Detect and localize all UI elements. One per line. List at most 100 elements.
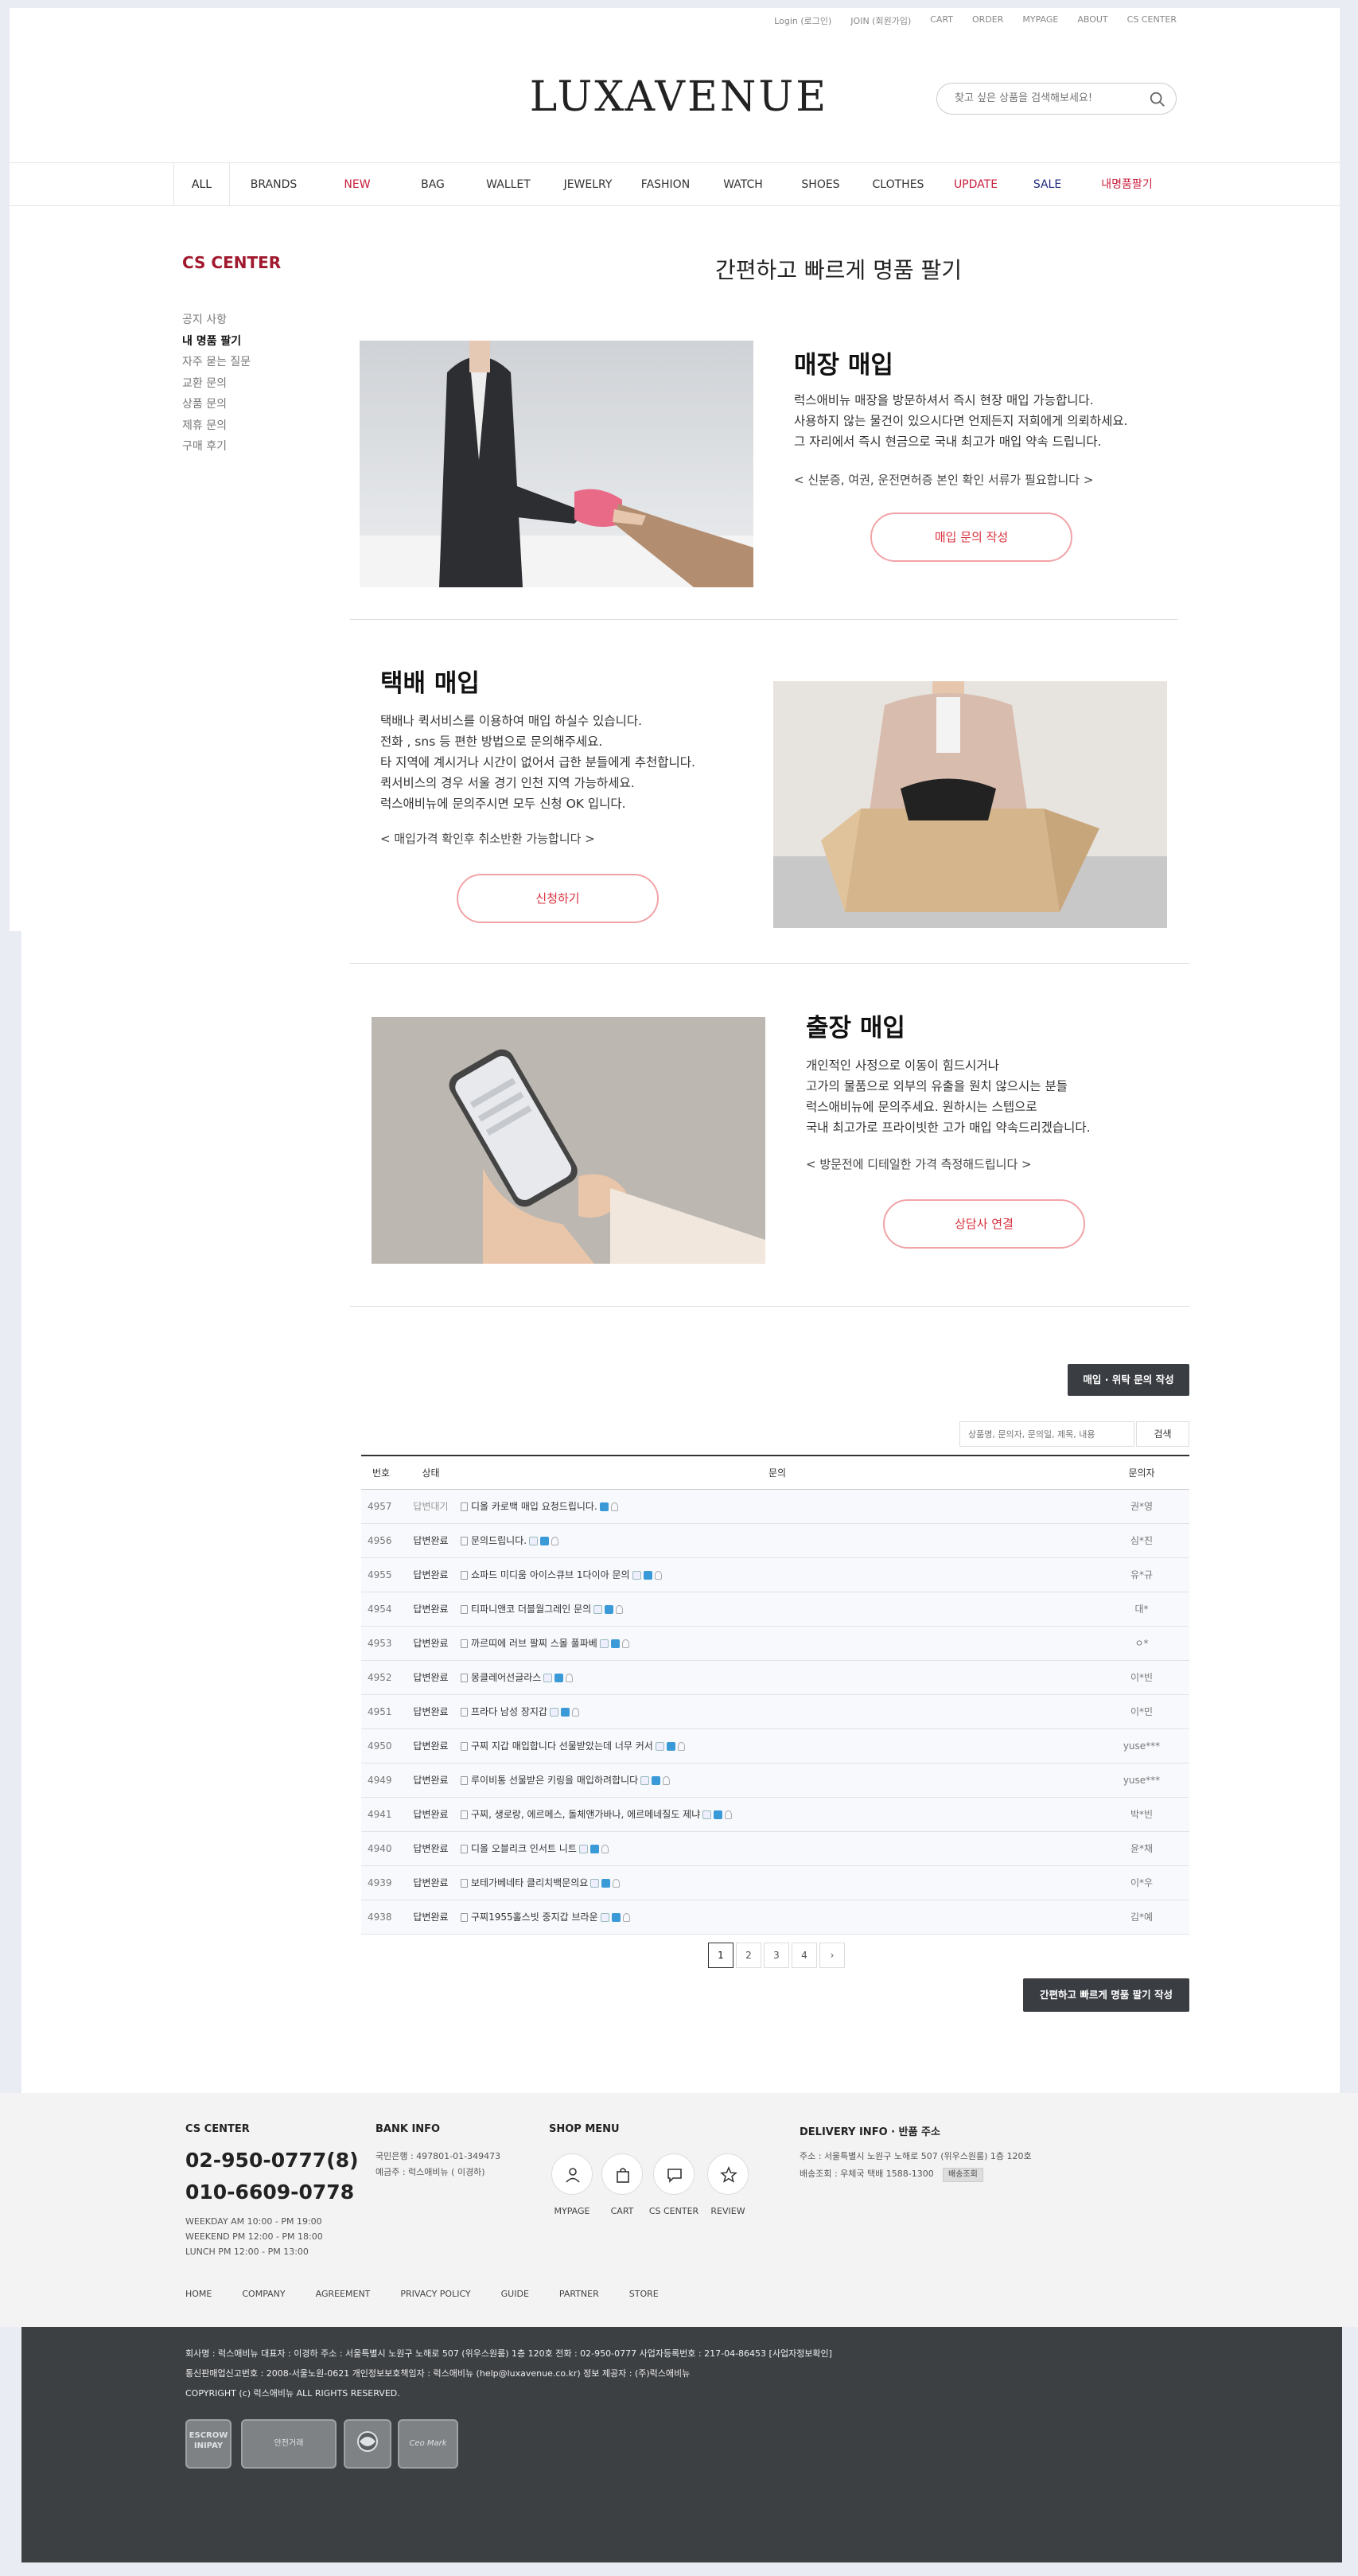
row-title-cell[interactable]: 디올 오블리크 인서트 니트 bbox=[461, 1831, 1094, 1866]
join-link[interactable]: JOIN (회원가입) bbox=[850, 14, 911, 27]
table-row[interactable]: 4954 답변완료 티파니앤코 더블월그레인 문의 대* bbox=[361, 1592, 1189, 1627]
mypage-shortcut[interactable] bbox=[551, 2153, 593, 2195]
gnb-item-brands[interactable]: BRANDS bbox=[230, 163, 317, 206]
order-link[interactable]: ORDER bbox=[972, 14, 1003, 27]
row-title[interactable]: 디올 카로백 매입 요청드립니다. bbox=[471, 1501, 597, 1512]
table-row[interactable]: 4950 답변완료 구찌 지갑 매입합니다 선물받았는데 너무 커서 yuse*** bbox=[361, 1728, 1189, 1763]
table-row[interactable]: 4940 답변완료 디올 오블리크 인서트 니트 윤*채 bbox=[361, 1831, 1189, 1866]
escrow-inipay-badge[interactable]: ESCROW INIPAY bbox=[185, 2419, 232, 2469]
gnb-item-update[interactable]: UPDATE bbox=[938, 163, 1014, 206]
row-title[interactable]: 쇼파드 미디움 아이스큐브 1다이아 문의 bbox=[471, 1569, 630, 1580]
review-shortcut[interactable] bbox=[707, 2153, 749, 2195]
table-row[interactable]: 4941 답변완료 구찌, 생로랑, 에르메스, 돌체앤가바나, 에르메네질도 제냐… bbox=[361, 1797, 1189, 1832]
row-title[interactable]: 보테가베네타 클리치백문의요 bbox=[471, 1877, 588, 1888]
row-title[interactable]: 구찌1955홀스빗 중지갑 브라운 bbox=[471, 1912, 598, 1923]
row-title[interactable]: 까르띠에 러브 팔찌 스몰 풀파베 bbox=[471, 1638, 597, 1649]
table-row[interactable]: 4939 답변완료 보테가베네타 클리치백문의요 이*우 bbox=[361, 1865, 1189, 1900]
gnb-item-sell[interactable]: 내명품팔기 bbox=[1081, 163, 1173, 206]
footer-link-guide[interactable]: GUIDE bbox=[501, 2289, 529, 2299]
sidebar-item-product-qna[interactable]: 상품 문의 bbox=[182, 394, 251, 415]
next-page-button[interactable]: › bbox=[819, 1943, 845, 1968]
row-title-cell[interactable]: 구찌1955홀스빗 중지갑 브라운 bbox=[461, 1900, 1094, 1935]
page-4[interactable]: 4 bbox=[792, 1943, 817, 1968]
gnb-item-sale[interactable]: SALE bbox=[1014, 163, 1081, 206]
write-inquiry-top-button[interactable]: 매입 · 위탁 문의 작성 bbox=[1068, 1364, 1189, 1396]
footer-link-home[interactable]: HOME bbox=[185, 2289, 212, 2299]
board-search-button[interactable]: 검색 bbox=[1136, 1421, 1189, 1447]
gnb-item-jewelry[interactable]: JEWELRY bbox=[548, 163, 628, 206]
consultant-connect-button[interactable]: 상담사 연결 bbox=[883, 1199, 1085, 1249]
row-title[interactable]: 티파니앤코 더블월그레인 문의 bbox=[471, 1604, 591, 1615]
row-title[interactable]: 구찌 지갑 매입합니다 선물받았는데 너무 커서 bbox=[471, 1740, 653, 1752]
search-icon[interactable] bbox=[1149, 91, 1166, 108]
footer-link-privacy[interactable]: PRIVACY POLICY bbox=[400, 2289, 470, 2299]
write-sell-request-button[interactable]: 간편하고 빠르게 명품 팔기 작성 bbox=[1023, 1978, 1189, 2012]
row-title[interactable]: 루이비통 선물받은 키링을 매입하려합니다 bbox=[471, 1775, 638, 1786]
ceo-mark-badge[interactable]: Ceo Mark bbox=[398, 2419, 458, 2469]
row-title-cell[interactable]: 쇼파드 미디움 아이스큐브 1다이아 문의 bbox=[461, 1557, 1094, 1592]
row-title[interactable]: 몽클레어선글라스 bbox=[471, 1672, 541, 1683]
gnb-item-wallet[interactable]: WALLET bbox=[469, 163, 548, 206]
about-link[interactable]: ABOUT bbox=[1077, 14, 1107, 27]
sidebar-item-reviews[interactable]: 구매 후기 bbox=[182, 436, 251, 458]
mypage-link[interactable]: MYPAGE bbox=[1022, 14, 1058, 27]
row-title-cell[interactable]: 디올 카로백 매입 요청드립니다. bbox=[461, 1489, 1094, 1524]
sidebar-item-sell[interactable]: 내 명품 팔기 bbox=[182, 331, 251, 353]
hours-line: WEEKDAY AM 10:00 - PM 19:00 bbox=[185, 2216, 322, 2227]
table-row[interactable]: 4957 답변대기 디올 카로백 매입 요청드립니다. 권*영 bbox=[361, 1489, 1189, 1524]
safe-trade-badge[interactable]: 안전거래 bbox=[241, 2419, 337, 2469]
row-title-cell[interactable]: 문의드립니다. bbox=[461, 1523, 1094, 1558]
table-row[interactable]: 4952 답변완료 몽클레어선글라스 이*빈 bbox=[361, 1660, 1189, 1695]
table-row[interactable]: 4949 답변완료 루이비통 선물받은 키링을 매입하려합니다 yuse*** bbox=[361, 1763, 1189, 1798]
row-title-cell[interactable]: 프라다 남성 장지갑 bbox=[461, 1694, 1094, 1729]
sidebar-item-faq[interactable]: 자주 묻는 질문 bbox=[182, 352, 251, 373]
login-link[interactable]: Login (로그인) bbox=[774, 14, 831, 27]
gnb-item-clothes[interactable]: CLOTHES bbox=[858, 163, 938, 206]
sidebar-item-exchange[interactable]: 교환 문의 bbox=[182, 373, 251, 395]
sidebar-item-partnership[interactable]: 제휴 문의 bbox=[182, 415, 251, 437]
section-visit-note: < 방문전에 디테일한 가격 측정해드립니다 > bbox=[806, 1157, 1032, 1171]
row-title-cell[interactable]: 티파니앤코 더블월그레인 문의 bbox=[461, 1592, 1094, 1627]
footer-link-partner[interactable]: PARTNER bbox=[559, 2289, 599, 2299]
cs-center-shortcut[interactable] bbox=[653, 2153, 695, 2195]
row-title-cell[interactable]: 몽클레어선글라스 bbox=[461, 1660, 1094, 1695]
row-title[interactable]: 프라다 남성 장지갑 bbox=[471, 1706, 547, 1717]
gnb-item-shoes[interactable]: SHOES bbox=[783, 163, 858, 206]
row-title-cell[interactable]: 구찌, 생로랑, 에르메스, 돌체앤가바나, 에르메네질도 제냐 bbox=[461, 1797, 1094, 1832]
row-title-cell[interactable]: 까르띠에 러브 팔찌 스몰 풀파베 bbox=[461, 1626, 1094, 1661]
table-row[interactable]: 4951 답변완료 프라다 남성 장지갑 이*민 bbox=[361, 1694, 1189, 1729]
store-inquiry-button[interactable]: 매입 문의 작성 bbox=[870, 512, 1072, 562]
table-row[interactable]: 4938 답변완료 구찌1955홀스빗 중지갑 브라운 김*예 bbox=[361, 1900, 1189, 1935]
row-title[interactable]: 문의드립니다. bbox=[471, 1535, 527, 1546]
row-title-cell[interactable]: 루이비통 선물받은 키링을 매입하려합니다 bbox=[461, 1763, 1094, 1798]
track-delivery-button[interactable]: 배송조회 bbox=[943, 2168, 983, 2182]
search-input[interactable] bbox=[955, 92, 1138, 104]
sidebar-item-notice[interactable]: 공지 사항 bbox=[182, 310, 251, 331]
gnb-item-all[interactable]: ALL bbox=[174, 163, 230, 206]
row-title-cell[interactable]: 보테가베네타 클리치백문의요 bbox=[461, 1865, 1094, 1900]
gnb-item-watch[interactable]: WATCH bbox=[703, 163, 783, 206]
board-search-input[interactable] bbox=[959, 1421, 1134, 1447]
footer-link-company[interactable]: COMPANY bbox=[242, 2289, 285, 2299]
gnb-item-new[interactable]: NEW bbox=[317, 163, 397, 206]
gnb-item-bag[interactable]: BAG bbox=[397, 163, 469, 206]
table-row[interactable]: 4956 답변완료 문의드립니다. 심*진 bbox=[361, 1523, 1189, 1558]
table-row[interactable]: 4953 답변완료 까르띠에 러브 팔찌 스몰 풀파베 ㅇ* bbox=[361, 1626, 1189, 1661]
cart-link[interactable]: CART bbox=[930, 14, 953, 27]
ftc-seal-badge[interactable] bbox=[344, 2419, 391, 2469]
company-info-line-2: 통신판매업신고번호 : 2008-서울노원-0621 개인정보보호책임자 : 럭… bbox=[185, 2368, 691, 2379]
page-3[interactable]: 3 bbox=[764, 1943, 789, 1968]
row-title[interactable]: 디올 오블리크 인서트 니트 bbox=[471, 1843, 577, 1854]
table-row[interactable]: 4955 답변완료 쇼파드 미디움 아이스큐브 1다이아 문의 유*규 bbox=[361, 1557, 1189, 1592]
page-2[interactable]: 2 bbox=[736, 1943, 761, 1968]
footer-link-agreement[interactable]: AGREEMENT bbox=[316, 2289, 371, 2299]
cs-center-link[interactable]: CS CENTER bbox=[1127, 14, 1177, 27]
page-1[interactable]: 1 bbox=[708, 1943, 733, 1968]
cart-shortcut[interactable] bbox=[601, 2153, 643, 2195]
gnb-item-fashion[interactable]: FASHION bbox=[628, 163, 703, 206]
review-label[interactable]: REVIEW bbox=[692, 2206, 764, 2216]
row-title[interactable]: 구찌, 생로랑, 에르메스, 돌체앤가바나, 에르메네질도 제냐 bbox=[471, 1809, 700, 1820]
row-title-cell[interactable]: 구찌 지갑 매입합니다 선물받았는데 너무 커서 bbox=[461, 1728, 1094, 1763]
delivery-apply-button[interactable]: 신청하기 bbox=[457, 874, 659, 923]
footer-link-store[interactable]: STORE bbox=[629, 2289, 659, 2299]
